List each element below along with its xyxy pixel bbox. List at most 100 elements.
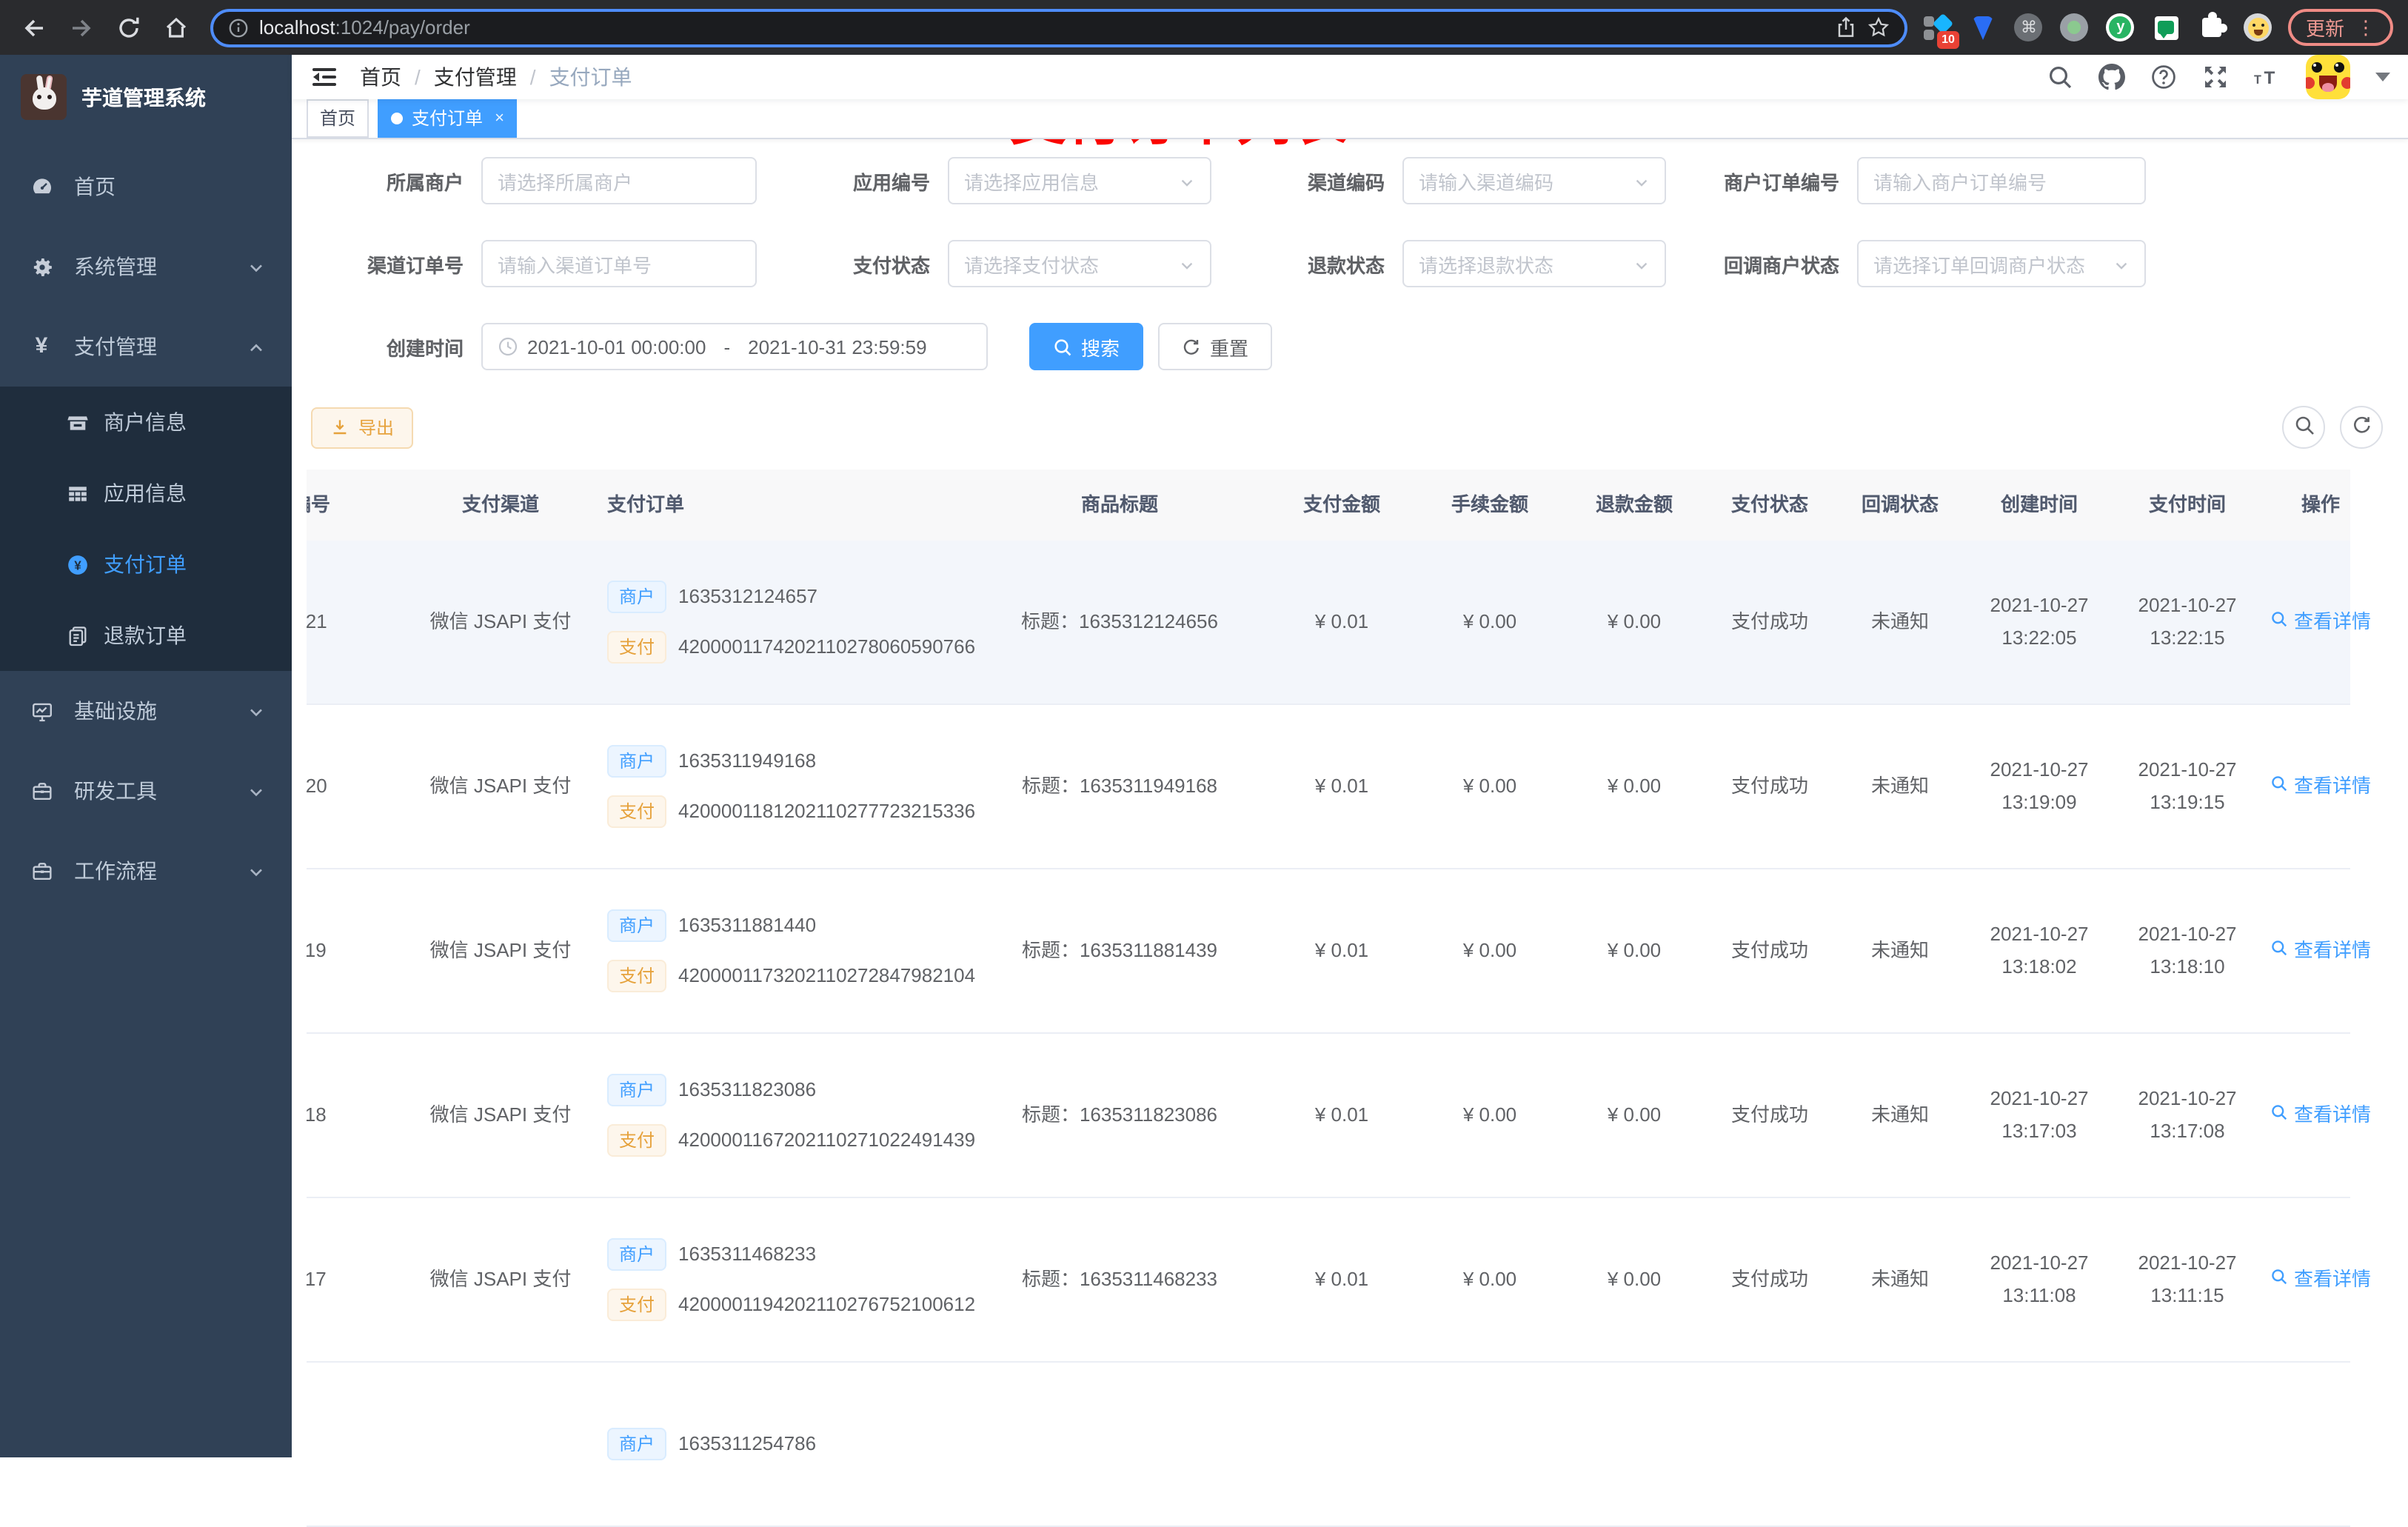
share-icon[interactable]: [1835, 16, 1857, 39]
cell-actions: 查看详情: [2261, 935, 2380, 967]
sidebar-item-workflow[interactable]: 工作流程: [0, 831, 292, 911]
sidebar-item-system[interactable]: 系统管理: [0, 227, 292, 307]
cell-fee: ¥ 0.00: [1462, 1103, 1517, 1126]
github-icon[interactable]: [2098, 64, 2125, 90]
merchant-tag: 商户: [607, 1073, 667, 1106]
browser-update-button[interactable]: 更新 ⋮: [2287, 9, 2393, 46]
cell-refund: ¥ 0.00: [1607, 609, 1662, 632]
user-avatar[interactable]: [2306, 55, 2350, 99]
reset-button[interactable]: 重置: [1158, 323, 1273, 370]
column-header: 手续金额: [1451, 492, 1528, 515]
cell-notify-status: 未通知: [1870, 774, 1929, 797]
column-header: 编号: [307, 492, 330, 515]
chat-green-extension-icon[interactable]: [2152, 13, 2181, 42]
green-dot-extension-icon[interactable]: [2060, 13, 2090, 42]
merchant-tag: 商户: [607, 744, 667, 778]
date-range-input[interactable]: 2021-10-01 00:00:00-2021-10-31 23:59:59: [481, 323, 988, 370]
reload-icon[interactable]: [116, 14, 142, 41]
breadcrumb-item[interactable]: 支付管理: [434, 62, 517, 92]
merchant-order-no: 1635312124657: [678, 584, 818, 607]
sidebar-item-infrastructure[interactable]: 基础设施: [0, 671, 292, 751]
sidebar-item-refund-order[interactable]: 退款订单: [0, 600, 292, 671]
view-detail-label: 查看详情: [2293, 1103, 2371, 1126]
text-input[interactable]: 请选择所属商户: [481, 157, 757, 204]
merchant-order-line: 商户 1635311254786: [607, 1428, 816, 1460]
text-input[interactable]: 请输入商户订单编号: [1857, 157, 2146, 204]
toggle-search-button[interactable]: [2282, 406, 2325, 449]
breadcrumb-separator: /: [529, 65, 536, 89]
bookmark-star-icon[interactable]: [1867, 16, 1890, 39]
breadcrumb-item[interactable]: 首页: [360, 62, 401, 92]
extension-badge: 10: [1937, 30, 1959, 48]
back-icon[interactable]: [21, 14, 47, 41]
sidebar-toggle-icon[interactable]: [310, 62, 339, 92]
sidebar-item-merchant-info[interactable]: 商户信息: [0, 387, 292, 458]
cell-order-numbers: 商户 1635311949168 支付 42000011812021102777232…: [601, 736, 975, 837]
info-icon[interactable]: [228, 17, 249, 38]
forward-icon[interactable]: [68, 14, 95, 41]
pay-order-no: 4200001181202110277723215336: [678, 800, 976, 822]
command-extension-icon[interactable]: ⌘: [2014, 13, 2044, 42]
blue-gem-extension-icon[interactable]: [1968, 13, 1998, 42]
fullscreen-icon[interactable]: [2202, 64, 2229, 90]
filter-label: 创建时间: [386, 337, 464, 359]
avatar-dropdown-caret-icon[interactable]: [2375, 73, 2390, 81]
pay-order-line: 支付 4200001174202110278060590766: [607, 631, 975, 664]
placeholder-text: 请输入商户订单编号: [1873, 171, 2047, 193]
search-button[interactable]: 搜索: [1029, 323, 1144, 370]
orders-table: 编号支付渠道支付订单商品标题支付金额手续金额退款金额支付状态回调状态创建时间支付…: [307, 470, 2371, 1527]
pay-order-no: 4200001174202110278060590766: [678, 635, 976, 658]
sidebar-item-dev-tools[interactable]: 研发工具: [0, 751, 292, 831]
filter-row: 渠道订单号 请输入渠道订单号 支付状态 请选择支付状态 退款状态 请选择退款状态 回调商户状…: [311, 240, 2393, 287]
text-input[interactable]: 请输入渠道订单号: [481, 240, 757, 287]
app-logo[interactable]: 芋道管理系统: [0, 55, 292, 138]
sidebar-item-home[interactable]: 首页: [0, 147, 292, 227]
merchant-tag: 商户: [607, 580, 667, 613]
select-input[interactable]: 请选择订单回调商户状态: [1857, 240, 2146, 287]
sidebar-item-app-info[interactable]: 应用信息: [0, 458, 292, 529]
create-time: 13:17:03: [2001, 1120, 2077, 1142]
svg-text:T: T: [2264, 68, 2275, 88]
close-icon[interactable]: ×: [495, 101, 504, 136]
question-icon[interactable]: [2150, 64, 2177, 90]
view-detail-link[interactable]: 查看详情: [2270, 1099, 2371, 1132]
breadcrumb-item: 支付订单: [549, 65, 632, 89]
pay-order-line: 支付 4200001167202110271022491439: [607, 1124, 975, 1157]
puzzle-extension-icon[interactable]: [2198, 12, 2228, 42]
sidebar-item-pay-order[interactable]: ¥ 支付订单: [0, 529, 292, 600]
cell-create-time: 2021-10-27 13:18:02: [1965, 918, 2113, 983]
view-detail-link[interactable]: 查看详情: [2270, 770, 2371, 803]
export-button[interactable]: 导出: [311, 407, 414, 448]
view-detail-link[interactable]: 查看详情: [2270, 935, 2371, 967]
search-small-icon: [1053, 337, 1072, 356]
emoji-face-extension-icon[interactable]: [2244, 13, 2273, 42]
select-input[interactable]: 请选择退款状态: [1402, 240, 1666, 287]
refresh-button[interactable]: [2340, 406, 2383, 449]
home-icon[interactable]: [163, 14, 190, 41]
view-detail-link[interactable]: 查看详情: [2270, 606, 2371, 638]
url-bar[interactable]: localhost:1024/pay/order: [210, 8, 1907, 47]
select-input[interactable]: 请选择支付状态: [948, 240, 1211, 287]
pay-tag: 支付: [607, 1289, 667, 1322]
column-header: 支付时间: [2148, 492, 2226, 515]
filter-label: 商户订单编号: [1723, 171, 1839, 193]
font-size-icon[interactable]: TT: [2254, 64, 2281, 90]
sidebar-item-payment[interactable]: ¥ 支付管理: [0, 307, 292, 387]
filter-label: 渠道编码: [1307, 171, 1385, 193]
search-icon[interactable]: [2047, 64, 2073, 90]
select-input[interactable]: 请选择应用信息: [948, 157, 1211, 204]
merchant-order-no: 1635311254786: [678, 1431, 817, 1454]
search-label: 搜索: [1081, 337, 1120, 359]
yen-circle-icon: ¥: [65, 552, 89, 576]
grid-diamond-extension-icon[interactable]: 10: [1922, 12, 1959, 48]
select-input[interactable]: 请输入渠道编码: [1402, 157, 1666, 204]
view-detail-link[interactable]: 查看详情: [2270, 1263, 2371, 1296]
tab-首页[interactable]: 首页: [307, 99, 369, 138]
svg-text:T: T: [2254, 73, 2261, 87]
tab-支付订单[interactable]: 支付订单 ×: [378, 99, 518, 138]
filter-label: 退款状态: [1307, 254, 1385, 276]
cell-id: 121: [307, 609, 327, 632]
y-green-extension-icon[interactable]: y: [2106, 13, 2136, 42]
merchant-tag: 商户: [607, 1237, 667, 1271]
app-title: 芋道管理系统: [81, 85, 206, 109]
